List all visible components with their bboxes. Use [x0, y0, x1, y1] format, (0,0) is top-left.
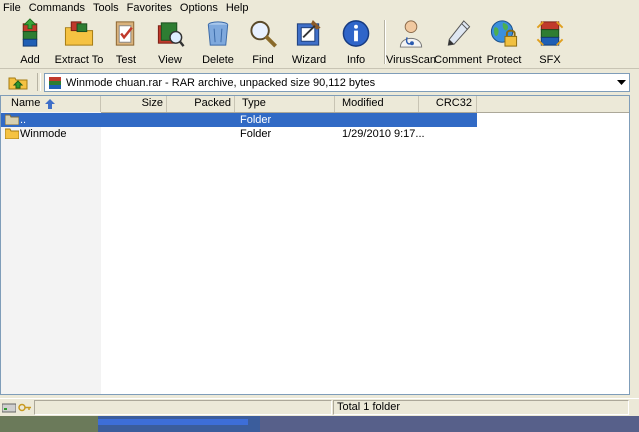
virusscan-button[interactable]: VirusScan [386, 18, 436, 66]
info-label: Info [346, 54, 366, 66]
column-modified[interactable]: Modified [335, 96, 419, 112]
file-name: Winmode [20, 128, 67, 140]
find-label: Find [252, 54, 274, 66]
chevron-down-icon [617, 79, 626, 85]
find-button[interactable]: Find [244, 18, 282, 66]
comment-button[interactable]: Comment [434, 18, 482, 66]
info-icon [342, 20, 370, 47]
file-type: Folder [240, 128, 272, 140]
address-bar: Winmode chuan.rar - RAR archive, unpacke… [0, 70, 639, 94]
protect-globe-lock-icon [490, 20, 518, 47]
view-label: View [158, 54, 182, 66]
name-column-shade [1, 112, 101, 394]
delete-trash-icon [207, 21, 229, 46]
delete-label: Delete [202, 54, 234, 66]
desktop-background-strip-right [260, 416, 639, 432]
sfx-button[interactable]: SFX [532, 18, 568, 66]
comment-pen-icon [447, 20, 471, 46]
virusscan-doctor-icon [399, 20, 423, 48]
folder-icon [5, 114, 19, 125]
test-label: Test [115, 54, 137, 66]
menu-commands[interactable]: Commands [25, 0, 89, 16]
file-modified: 1/29/2010 9:17... [342, 128, 425, 140]
up-folder-button[interactable] [6, 73, 30, 91]
column-crc32[interactable]: CRC32 [419, 96, 477, 112]
up-folder-icon [8, 77, 28, 90]
status-text: Total 1 folder [337, 401, 400, 413]
status-bar: Total 1 folder [0, 398, 639, 417]
file-list[interactable]: Name Size Packed Type Modified CRC32 .. … [0, 95, 630, 395]
drive-icon [2, 403, 16, 413]
column-type[interactable]: Type [235, 96, 335, 112]
key-icon [18, 403, 31, 412]
wizard-label: Wizard [291, 54, 327, 66]
column-name-label: Name [11, 97, 41, 109]
extract-folder-icon [64, 21, 94, 46]
taskbar-strip [0, 416, 639, 432]
address-field[interactable]: Winmode chuan.rar - RAR archive, unpacke… [44, 73, 630, 92]
sfx-label: SFX [539, 54, 561, 66]
file-type: Folder [240, 114, 272, 126]
menu-favorites[interactable]: Favorites [123, 0, 176, 16]
sort-up-icon [45, 99, 55, 109]
add-archive-icon [22, 18, 38, 47]
test-button[interactable]: Test [108, 18, 144, 66]
address-text: Winmode chuan.rar - RAR archive, unpacke… [66, 76, 376, 89]
menu-tools[interactable]: Tools [89, 0, 123, 16]
comment-label: Comment [434, 54, 482, 66]
column-packed[interactable]: Packed [167, 96, 235, 112]
rar-archive-icon [49, 76, 61, 89]
virusscan-label: VirusScan [386, 54, 436, 66]
test-clipboard-icon [115, 21, 135, 46]
extract-to-button[interactable]: Extract To [54, 18, 104, 66]
toolbar: Add Extract To Test View Delete Find Wiz… [0, 16, 639, 69]
column-header-row: Name Size Packed Type Modified CRC32 [1, 96, 629, 113]
wizard-icon [296, 19, 321, 46]
folder-icon [5, 128, 19, 139]
sfx-books-icon [536, 21, 564, 46]
view-book-icon [157, 22, 185, 47]
status-cell-left [34, 400, 332, 415]
file-row-winmode[interactable]: Winmode Folder 1/29/2010 9:17... [1, 127, 477, 141]
address-separator [37, 73, 41, 91]
protect-label: Protect [486, 54, 522, 66]
find-magnifier-icon [250, 20, 277, 48]
file-row-parent[interactable]: .. Folder [1, 113, 477, 127]
status-icons [0, 400, 34, 415]
file-name: .. [20, 114, 27, 126]
menu-file[interactable]: File [0, 0, 25, 16]
info-button[interactable]: Info [338, 18, 374, 66]
add-label: Add [20, 54, 40, 66]
column-name[interactable]: Name [1, 96, 101, 112]
delete-button[interactable]: Delete [199, 18, 237, 66]
menu-options[interactable]: Options [176, 0, 222, 16]
extract-to-label: Extract To [54, 54, 104, 66]
wizard-button[interactable]: Wizard [291, 18, 327, 66]
taskbar-window-button[interactable] [98, 419, 248, 425]
view-button[interactable]: View [152, 18, 188, 66]
column-size[interactable]: Size [101, 96, 167, 112]
desktop-background-strip [0, 416, 98, 432]
address-dropdown-button[interactable] [614, 74, 629, 91]
menu-help[interactable]: Help [222, 0, 253, 16]
menu-bar: File Commands Tools Favorites Options He… [0, 0, 639, 16]
protect-button[interactable]: Protect [485, 18, 523, 66]
add-button[interactable]: Add [12, 18, 48, 66]
